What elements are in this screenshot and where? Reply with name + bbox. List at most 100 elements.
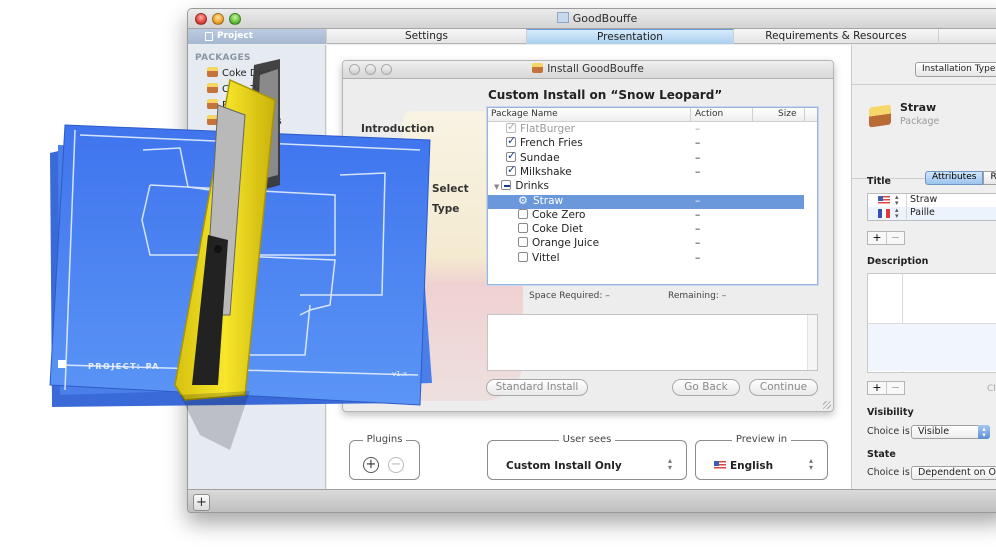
package-checkbox[interactable] — [501, 180, 512, 191]
package-name-cell: Sundae — [506, 149, 560, 164]
package-icon — [207, 99, 218, 109]
action-cell: – — [695, 165, 701, 178]
hint-text: Cli — [987, 384, 996, 394]
preview-label: Preview in — [731, 434, 792, 445]
action-cell: – — [695, 251, 701, 264]
segment-second[interactable]: R — [983, 171, 996, 185]
column-action[interactable]: Action — [695, 109, 723, 119]
table-row[interactable]: French Fries – — [488, 134, 804, 151]
title-row-english[interactable]: ▴ ▾ Straw — [868, 194, 996, 207]
continue-button[interactable]: Continue — [749, 379, 818, 396]
table-row[interactable]: Coke Diet – — [488, 223, 804, 237]
package-name: Coke Diet — [532, 223, 583, 236]
preview-in-group: Preview in English ▴ ▾ — [695, 434, 828, 480]
step-introduction[interactable]: Introduction — [361, 123, 434, 135]
title-value[interactable]: Paille — [906, 207, 935, 220]
installer-description-box — [487, 314, 818, 371]
package-checkbox[interactable] — [518, 251, 528, 262]
space-remaining: Remaining: – — [668, 291, 727, 301]
column-size[interactable]: Size — [778, 109, 796, 119]
preview-language-popup[interactable]: English — [714, 460, 773, 472]
add-title-button[interactable]: + — [868, 232, 886, 244]
sidebar: PACKAGES Coke Diet Coke Zero FlatBurger … — [188, 45, 326, 489]
us-flag-icon — [714, 461, 726, 470]
plugins-label: Plugins — [362, 434, 407, 445]
package-checkbox[interactable] — [518, 223, 528, 234]
scrollbar[interactable] — [807, 315, 817, 370]
add-description-button[interactable]: + — [868, 382, 886, 394]
package-icon — [207, 115, 218, 125]
tab-project[interactable]: Project — [188, 29, 326, 44]
remove-title-button[interactable]: − — [885, 232, 904, 244]
table-row[interactable]: Milkshake – — [488, 163, 804, 180]
sidebar-item-coke-diet[interactable]: Coke Diet — [207, 67, 270, 79]
table-row[interactable]: ▼ Drinks — [488, 180, 804, 194]
action-cell: – — [695, 237, 701, 250]
tab-presentation[interactable]: Presentation — [526, 29, 733, 44]
package-name-cell: ▼ Drinks — [494, 180, 549, 192]
installation-type-button[interactable]: Installation Type — [915, 62, 996, 77]
step-installation-type[interactable]: Installation Type — [361, 203, 459, 215]
user-sees-popup[interactable]: Custom Install Only — [506, 460, 622, 472]
sidebar-item-coke-zero[interactable]: Coke Zero — [207, 83, 273, 95]
us-flag-icon — [878, 196, 890, 205]
remove-plugin-button[interactable]: − — [388, 457, 404, 473]
package-checkbox[interactable] — [518, 208, 528, 219]
package-checkbox[interactable] — [506, 149, 516, 162]
title-add-remove: + − — [867, 231, 905, 245]
preview-language-value: English — [730, 460, 774, 472]
package-checkbox[interactable] — [506, 163, 516, 176]
package-name: Straw — [533, 194, 564, 207]
add-plugin-button[interactable]: + — [363, 457, 379, 473]
visibility-popup[interactable]: Visible ▴ ▾ — [911, 425, 990, 439]
title-value[interactable]: Straw — [906, 194, 937, 207]
divider — [852, 84, 996, 85]
presentation-canvas: Install GoodBouffe Introduction Installa… — [327, 45, 851, 489]
tab-bar: Project Settings Presentation Requiremen… — [188, 29, 996, 44]
installer-title-bar: Install GoodBouffe — [343, 61, 833, 79]
resize-grip[interactable] — [823, 401, 831, 409]
inspector-item-type: Package — [900, 116, 940, 127]
package-name: Drinks — [515, 180, 549, 193]
window-title: GoodBouffe — [188, 12, 996, 25]
sidebar-item-label: Coke Diet — [222, 68, 271, 79]
description-table[interactable] — [867, 273, 996, 373]
table-row[interactable]: Vittel – — [488, 251, 804, 266]
go-back-button[interactable]: Go Back — [672, 379, 740, 396]
state-popup[interactable]: Dependent on Oth — [911, 466, 996, 480]
table-row[interactable]: Coke Zero – — [488, 208, 804, 223]
tab-settings[interactable]: Settings — [326, 29, 526, 44]
blueprint-project-label: PROJECT: PA — [88, 362, 160, 371]
action-cell: – — [695, 223, 701, 236]
step-installation-select[interactable]: Installation Select — [361, 183, 469, 195]
tab-requirements-resources[interactable]: Requirements & Resources — [733, 29, 938, 44]
title-row-french[interactable]: ▴ ▾ Paille — [868, 207, 996, 220]
package-name-cell: Coke Zero — [518, 208, 585, 221]
window-title-text: GoodBouffe — [572, 12, 638, 25]
standard-install-button[interactable]: Standard Install — [486, 379, 588, 396]
table-row[interactable]: Orange Juice – — [488, 237, 804, 251]
package-checkbox[interactable] — [518, 237, 528, 248]
action-cell: – — [695, 208, 701, 221]
inspector-panel: Installation Type Straw Package Attribut… — [851, 45, 996, 489]
column-separator — [752, 108, 753, 121]
gear-icon: ⚙ — [518, 193, 528, 207]
sidebar-item-french-fries[interactable]: French Fries — [207, 115, 282, 127]
table-row[interactable]: FlatBurger – — [488, 120, 804, 137]
segment-attributes[interactable]: Attributes — [925, 171, 984, 185]
action-cell: – — [695, 151, 701, 164]
tab-extra[interactable] — [938, 29, 996, 44]
add-button[interactable]: + — [193, 494, 210, 511]
remove-description-button[interactable]: − — [885, 382, 904, 394]
installer-max-dot — [381, 64, 392, 75]
package-checkbox[interactable] — [506, 134, 516, 148]
package-name-cell: French Fries — [506, 134, 583, 149]
package-name: Sundae — [520, 151, 560, 164]
action-cell: – — [695, 194, 701, 207]
table-row[interactable]: Sundae – — [488, 149, 804, 166]
column-package-name[interactable]: Package Name — [491, 109, 558, 119]
table-row[interactable]: ⚙ Straw – — [488, 193, 804, 209]
description-row[interactable] — [868, 323, 996, 371]
sidebar-item-flatburger[interactable]: FlatBurger — [207, 99, 274, 111]
disclosure-triangle-icon[interactable]: ▼ — [494, 183, 499, 191]
